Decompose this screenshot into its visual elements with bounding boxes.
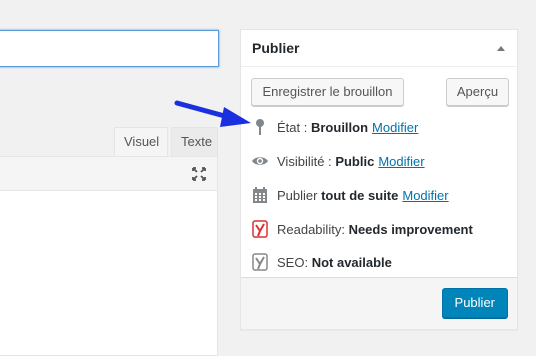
fullscreen-icon[interactable] xyxy=(191,166,207,182)
schedule-row: Publier tout de suite Modifier xyxy=(251,185,449,205)
readability-row: Readability: Needs improvement xyxy=(251,219,473,239)
yoast-icon xyxy=(251,220,269,238)
tab-visual[interactable]: Visuel xyxy=(114,127,168,157)
seo-value: Not available xyxy=(311,254,392,270)
readability-value: Needs improvement xyxy=(348,221,473,237)
calendar-icon xyxy=(251,186,269,204)
status-value: Brouillon xyxy=(310,119,369,135)
preview-button[interactable]: Aperçu xyxy=(446,78,509,106)
visibility-label: Visibilité : xyxy=(277,153,332,169)
visibility-value: Public xyxy=(335,153,375,169)
post-title-input[interactable] xyxy=(0,30,219,67)
schedule-label: Publier xyxy=(277,187,318,203)
edit-visibility-link[interactable]: Modifier xyxy=(378,154,424,169)
arrow-up-icon[interactable] xyxy=(497,46,505,51)
tab-text[interactable]: Texte xyxy=(171,127,218,157)
publish-actions: Publier xyxy=(241,277,517,329)
status-label: État : xyxy=(277,119,308,135)
seo-label: SEO: xyxy=(277,254,309,270)
publish-metabox-header[interactable]: Publier xyxy=(241,30,517,67)
visibility-row: Visibilité : Public Modifier xyxy=(251,151,425,171)
edit-schedule-link[interactable]: Modifier xyxy=(402,188,448,203)
save-draft-button[interactable]: Enregistrer le brouillon xyxy=(251,78,404,106)
status-row: État : Brouillon Modifier xyxy=(251,117,418,137)
content-editor[interactable] xyxy=(0,156,218,356)
editor-toolbar xyxy=(0,157,217,191)
annotation-arrow-icon xyxy=(174,100,251,127)
edit-status-link[interactable]: Modifier xyxy=(372,120,418,135)
schedule-value: tout de suite xyxy=(321,187,399,203)
publish-button[interactable]: Publier xyxy=(441,288,508,318)
publish-metabox-title: Publier xyxy=(252,40,300,56)
readability-label: Readability: xyxy=(277,221,345,237)
eye-icon xyxy=(251,152,269,170)
yoast-icon xyxy=(251,253,269,271)
publish-metabox: Publier Enregistrer le brouillon Aperçu … xyxy=(240,29,518,330)
seo-row: SEO: Not available xyxy=(251,252,392,272)
